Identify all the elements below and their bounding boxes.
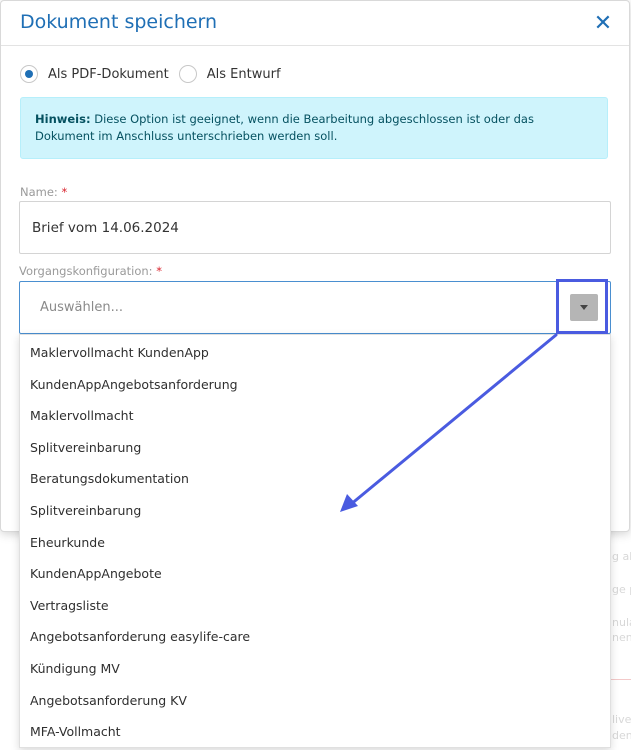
dropdown-option[interactable]: Angebotsanforderung easylife-care xyxy=(20,621,610,653)
radio-option-pdf[interactable]: Als PDF-Dokument xyxy=(20,65,169,83)
config-label-text: Vorgangskonfiguration: xyxy=(19,264,153,278)
dropdown-option[interactable]: Kündigung MV xyxy=(20,653,610,685)
radio-button-pdf[interactable] xyxy=(20,65,38,83)
vorgangskonfiguration-select[interactable]: Auswählen... xyxy=(19,281,611,334)
radio-option-draft[interactable]: Als Entwurf xyxy=(178,65,281,83)
required-marker: * xyxy=(61,185,68,199)
hint-text: Diese Option ist geeignet, wenn die Bear… xyxy=(35,112,534,143)
dropdown-option[interactable]: Vertragsliste xyxy=(20,590,610,622)
config-field-label: Vorgangskonfiguration: * xyxy=(19,264,162,278)
background-text-snippet: nula xyxy=(612,616,631,629)
dialog-title: Dokument speichern xyxy=(20,11,218,33)
dropdown-option[interactable]: Eheurkunde xyxy=(20,527,610,559)
dropdown-option[interactable]: Splitvereinbarung xyxy=(20,432,610,464)
name-field-label: Name: * xyxy=(20,185,67,199)
background-text-snippet: g als xyxy=(612,550,631,563)
dropdown-option[interactable]: Beratungsdokumentation xyxy=(20,463,610,495)
dropdown-option[interactable]: KundenAppAngebotsanforderung xyxy=(20,369,610,401)
name-label-text: Name: xyxy=(20,185,58,199)
close-icon[interactable]: ✕ xyxy=(591,11,615,35)
hint-alert: Hinweis: Diese Option ist geeignet, wenn… xyxy=(20,97,608,159)
dialog-header: Dokument speichern ✕ xyxy=(1,1,629,46)
dropdown-option[interactable]: KundenAppAngebote xyxy=(20,558,610,590)
save-type-radio-group: Als PDF-Dokument Als Entwurf xyxy=(20,65,291,83)
name-input[interactable] xyxy=(19,201,611,254)
chevron-down-icon[interactable] xyxy=(570,294,598,321)
radio-button-draft[interactable] xyxy=(178,65,197,83)
dropdown-option[interactable]: Maklervollmacht xyxy=(20,400,610,432)
dropdown-option[interactable]: Splitvereinbarung xyxy=(20,495,610,527)
background-text-snippet: den xyxy=(612,729,631,742)
hint-prefix: Hinweis: xyxy=(35,112,91,126)
dropdown-options-list: Maklervollmacht KundenApp KundenAppAngebo… xyxy=(19,334,611,748)
radio-label-pdf: Als PDF-Dokument xyxy=(48,66,169,82)
radio-label-draft: Als Entwurf xyxy=(206,66,281,82)
dropdown-option[interactable]: Angebotsanforderung KV xyxy=(20,685,610,717)
background-text-snippet: nen xyxy=(612,631,631,644)
required-marker: * xyxy=(156,264,162,278)
background-text-snippet: live xyxy=(612,713,631,726)
background-text-snippet: ge p xyxy=(612,583,631,596)
dropdown-option[interactable]: MFA-Vollmacht xyxy=(20,716,610,748)
dropdown-option[interactable]: Maklervollmacht KundenApp xyxy=(20,337,610,369)
select-placeholder: Auswählen... xyxy=(40,300,123,315)
